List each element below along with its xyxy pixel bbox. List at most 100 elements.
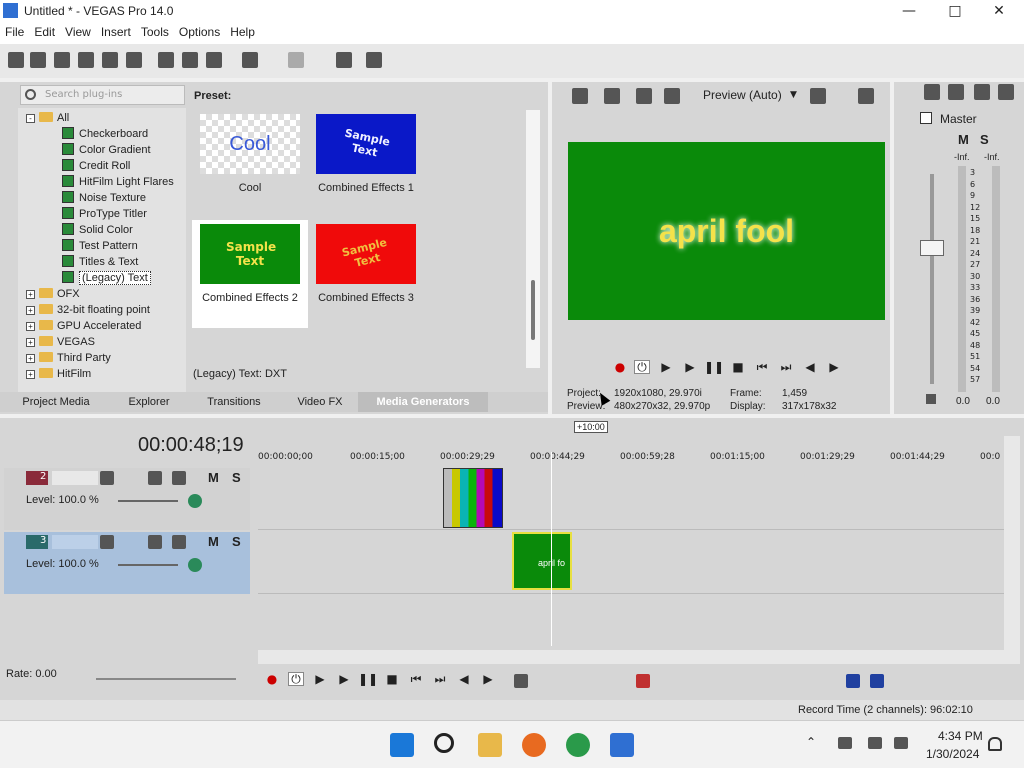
play-icon[interactable]: ▶ [682, 360, 698, 374]
tab-project-media[interactable]: Project Media [0, 392, 112, 412]
tree-item-all[interactable]: - All [26, 110, 69, 126]
playhead-line[interactable] [551, 452, 552, 646]
track-lane-2[interactable] [258, 468, 1004, 530]
track-mute-button[interactable]: M [208, 470, 219, 485]
track-lane-3[interactable] [258, 532, 1004, 594]
tree-item-solid-color[interactable]: Solid Color [62, 222, 133, 238]
preview-quality-dropdown[interactable]: Preview (Auto) [703, 88, 782, 102]
split-screen-icon[interactable] [636, 88, 652, 104]
file-explorer-icon[interactable] [478, 733, 502, 757]
record-icon[interactable]: ● [264, 672, 280, 686]
tree-item-gpu[interactable]: + GPU Accelerated [26, 318, 141, 334]
compositing-mode-icon[interactable] [188, 558, 202, 572]
tab-transitions[interactable]: Transitions [186, 392, 282, 412]
track-header-3[interactable]: 3 M S Level: 100.0 % [4, 532, 250, 594]
compositing-mode-icon[interactable] [188, 494, 202, 508]
track-solo-button[interactable]: S [232, 534, 241, 549]
play-icon[interactable]: ▶ [336, 672, 352, 686]
track-header-2[interactable]: 2 M S Level: 100.0 % [4, 468, 250, 530]
cut-icon[interactable] [158, 52, 174, 68]
test-pattern-clip[interactable] [443, 468, 503, 528]
tab-media-generators[interactable]: Media Generators [358, 392, 488, 412]
render-icon[interactable] [102, 52, 118, 68]
whats-this-help-icon[interactable] [366, 52, 382, 68]
collapse-icon[interactable]: - [26, 114, 35, 123]
master-fader-track[interactable] [930, 174, 934, 384]
master-fx-icon[interactable] [974, 84, 990, 100]
expand-icon[interactable]: + [26, 370, 35, 379]
menu-view[interactable]: View [60, 22, 96, 42]
tab-video-fx[interactable]: Video FX [282, 392, 358, 412]
downmix-icon[interactable] [948, 84, 964, 100]
properties-gear-icon[interactable] [126, 52, 142, 68]
tab-explorer[interactable]: Explorer [112, 392, 186, 412]
redo-icon[interactable] [288, 52, 304, 68]
mixer-icon[interactable] [998, 84, 1014, 100]
tree-item-titles-text[interactable]: Titles & Text [62, 254, 138, 270]
text-clip[interactable]: april fo [512, 532, 572, 590]
lock-icon[interactable] [926, 394, 936, 404]
external-monitor-icon[interactable] [604, 88, 620, 104]
preset-combined-effects-3[interactable]: Sample Text Combined Effects 3 [308, 220, 424, 328]
auto-crossfade-icon[interactable] [870, 674, 884, 688]
windows-start-icon[interactable] [390, 733, 414, 757]
normal-edit-tool-icon[interactable] [514, 674, 528, 688]
search-plugins-input[interactable]: Search plug-ins [20, 85, 185, 105]
preview-overlay-icon[interactable] [664, 88, 680, 104]
expand-icon[interactable]: + [26, 322, 35, 331]
rate-slider[interactable] [96, 678, 236, 680]
save-as-icon[interactable] [78, 52, 94, 68]
go-to-start-icon[interactable]: ⏮ [754, 360, 770, 374]
delete-icon[interactable] [636, 674, 650, 688]
track-fx-icon[interactable] [100, 471, 114, 485]
overlays-grid-icon[interactable] [810, 88, 826, 104]
track-gear-icon[interactable] [172, 535, 186, 549]
track-fx-icon[interactable] [100, 535, 114, 549]
tree-item-legacy-text[interactable]: (Legacy) Text [62, 270, 151, 286]
loop-playback-icon[interactable]: ⏻ [634, 360, 650, 374]
pause-icon[interactable]: ❚❚ [358, 672, 378, 686]
copy-icon[interactable] [182, 52, 198, 68]
save-icon[interactable] [54, 52, 70, 68]
timeline-h-scrollbar[interactable] [258, 650, 1004, 664]
open-file-icon[interactable] [30, 52, 46, 68]
volume-icon[interactable] [894, 737, 908, 749]
tree-item-checkerboard[interactable]: Checkerboard [62, 126, 148, 142]
tree-item-noise-texture[interactable]: Noise Texture [62, 190, 146, 206]
preset-combined-effects-2[interactable]: Sample Text Combined Effects 2 [192, 220, 308, 328]
tree-item-test-pattern[interactable]: Test Pattern [62, 238, 138, 254]
preset-cool[interactable]: Cool Cool [192, 110, 308, 218]
chevron-up-icon[interactable]: ⌃ [806, 735, 816, 749]
menu-help[interactable]: Help [225, 22, 260, 42]
snapping-icon[interactable] [846, 674, 860, 688]
preset-combined-effects-1[interactable]: Sample Text Combined Effects 1 [308, 110, 424, 218]
expand-icon[interactable]: + [26, 290, 35, 299]
menu-options[interactable]: Options [174, 22, 225, 42]
track-motion-icon[interactable] [148, 471, 162, 485]
edit-tool-icon[interactable] [336, 52, 352, 68]
previous-frame-icon[interactable]: ◀ [802, 360, 818, 374]
menu-insert[interactable]: Insert [96, 22, 136, 42]
tree-item-credit-roll[interactable]: Credit Roll [62, 158, 130, 174]
minimize-button[interactable]: — [886, 0, 932, 22]
play-from-start-icon[interactable]: ▶ [312, 672, 328, 686]
record-icon[interactable]: ● [612, 360, 628, 374]
go-to-end-icon[interactable]: ⏭ [432, 672, 448, 686]
tree-item-vegas[interactable]: + VEGAS [26, 334, 95, 350]
expand-icon[interactable]: + [26, 338, 35, 347]
network-icon[interactable] [838, 737, 852, 749]
new-file-icon[interactable] [8, 52, 24, 68]
track-mute-button[interactable]: M [208, 534, 219, 549]
tree-item-32bit[interactable]: +32-bit floating point [26, 302, 150, 318]
stop-icon[interactable]: ■ [730, 360, 746, 374]
preset-scrollbar-thumb[interactable] [531, 280, 535, 340]
copy-snapshot-icon[interactable] [858, 88, 874, 104]
tree-item-protype-titler[interactable]: ProType Titler [62, 206, 147, 222]
firefox-icon[interactable] [522, 733, 546, 757]
display-icon[interactable] [868, 737, 882, 749]
track-motion-icon[interactable] [148, 535, 162, 549]
notification-bell-icon[interactable] [988, 737, 1002, 751]
clock-time[interactable]: 4:34 PM [938, 729, 983, 743]
close-button[interactable]: ✕ [976, 0, 1022, 22]
tree-item-color-gradient[interactable]: Color Gradient [62, 142, 151, 158]
